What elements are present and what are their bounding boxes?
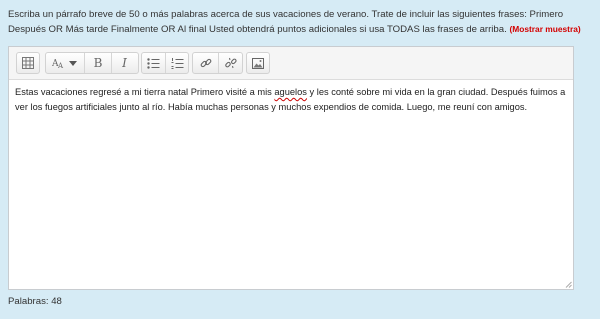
unordered-list-button[interactable] <box>142 53 165 73</box>
editor-content-area[interactable]: Estas vacaciones regresé a mi tierra nat… <box>9 80 573 120</box>
rich-text-editor: A A B I Estas vacaciones regresé a mi ti… <box>8 46 574 290</box>
font-size-icon: A A <box>52 59 77 69</box>
toolbar-group-image <box>246 52 270 74</box>
image-icon <box>252 57 264 69</box>
toolbar-group-toggle <box>16 52 40 74</box>
misspelled-word: aguelos <box>274 87 307 97</box>
resize-grip-icon[interactable] <box>565 281 572 288</box>
toolbar-group-text: A A B I <box>45 52 139 74</box>
grid-icon <box>22 57 34 69</box>
ordered-list-button[interactable] <box>165 53 188 73</box>
link-button[interactable] <box>193 53 218 73</box>
toolbar-toggle-button[interactable] <box>17 53 39 73</box>
image-button[interactable] <box>247 53 269 73</box>
show-sample-link[interactable]: (Mostrar muestra) <box>509 24 580 34</box>
svg-text:A: A <box>57 62 64 69</box>
toolbar-group-links <box>192 52 243 74</box>
word-count: Palabras: 48 <box>8 296 62 307</box>
font-size-button[interactable]: A A <box>46 53 84 73</box>
prompt-text: Escriba un párrafo breve de 50 o más pal… <box>8 9 564 35</box>
bold-button[interactable]: B <box>84 53 111 73</box>
bullet-list-icon <box>147 57 160 69</box>
link-icon <box>200 58 211 68</box>
toolbar-group-lists <box>141 52 189 74</box>
question-prompt: Escriba un párrafo breve de 50 o más pal… <box>8 8 592 37</box>
italic-button[interactable]: I <box>111 53 137 73</box>
essay-text-start: Estas vacaciones regresé a mi tierra nat… <box>15 87 275 97</box>
numbered-list-icon <box>171 57 183 69</box>
unlink-button[interactable] <box>218 53 242 73</box>
editor-toolbar: A A B I <box>9 47 573 80</box>
unlink-icon <box>224 57 237 69</box>
